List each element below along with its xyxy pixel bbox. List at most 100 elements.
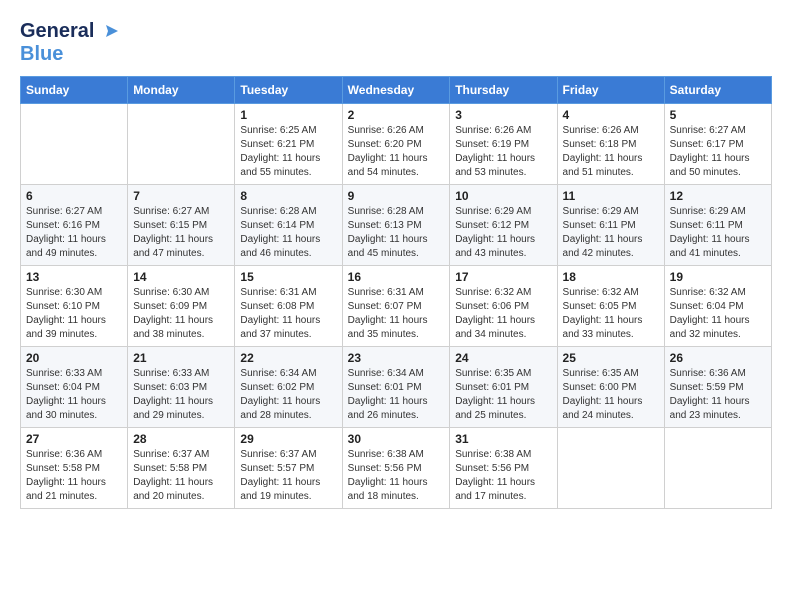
- calendar-cell: 1 Sunrise: 6:25 AM Sunset: 6:21 PM Daylig…: [235, 104, 342, 185]
- day-number: 3: [455, 108, 551, 122]
- cell-content: Sunrise: 6:26 AM Sunset: 6:18 PM Dayligh…: [563, 124, 659, 180]
- logo-blue: Blue: [20, 43, 118, 66]
- cell-content: Sunrise: 6:27 AM Sunset: 6:15 PM Dayligh…: [133, 205, 229, 261]
- weekday-header: Tuesday: [235, 77, 342, 104]
- cell-content: Sunrise: 6:32 AM Sunset: 6:04 PM Dayligh…: [670, 286, 766, 342]
- calendar-cell: 10 Sunrise: 6:29 AM Sunset: 6:12 PM Dayli…: [450, 185, 557, 266]
- day-number: 20: [26, 351, 122, 365]
- calendar-cell: 26 Sunrise: 6:36 AM Sunset: 5:59 PM Dayli…: [664, 347, 771, 428]
- calendar-cell: 14Sunrise: 6:30 AM Sunset: 6:09 PM Dayli…: [128, 266, 235, 347]
- page-header: General Blue: [20, 20, 772, 66]
- calendar-cell: 29 Sunrise: 6:37 AM Sunset: 5:57 PM Dayli…: [235, 428, 342, 509]
- day-number: 6: [26, 189, 122, 203]
- day-number: 27: [26, 432, 122, 446]
- day-number: 19: [670, 270, 766, 284]
- cell-content: Sunrise: 6:36 AM Sunset: 5:59 PM Dayligh…: [670, 367, 766, 423]
- cell-content: Sunrise: 6:31 AM Sunset: 6:07 PM Dayligh…: [348, 286, 445, 342]
- day-number: 26: [670, 351, 766, 365]
- cell-content: Sunrise: 6:31 AM Sunset: 6:08 PM Dayligh…: [240, 286, 336, 342]
- day-number: 28: [133, 432, 229, 446]
- cell-content: Sunrise: 6:29 AM Sunset: 6:11 PM Dayligh…: [563, 205, 659, 261]
- weekday-header: Monday: [128, 77, 235, 104]
- cell-content: Sunrise: 6:26 AM Sunset: 6:20 PM Dayligh…: [348, 124, 445, 180]
- calendar-cell: 4Sunrise: 6:26 AM Sunset: 6:18 PM Daylig…: [557, 104, 664, 185]
- cell-content: Sunrise: 6:27 AM Sunset: 6:17 PM Dayligh…: [670, 124, 766, 180]
- weekday-header: Wednesday: [342, 77, 450, 104]
- calendar-cell: 9Sunrise: 6:28 AM Sunset: 6:13 PM Daylig…: [342, 185, 450, 266]
- calendar-week-row: 20Sunrise: 6:33 AM Sunset: 6:04 PM Dayli…: [21, 347, 772, 428]
- day-number: 5: [670, 108, 766, 122]
- calendar-cell: 3 Sunrise: 6:26 AM Sunset: 6:19 PM Daylig…: [450, 104, 557, 185]
- calendar-week-row: 1 Sunrise: 6:25 AM Sunset: 6:21 PM Daylig…: [21, 104, 772, 185]
- cell-content: Sunrise: 6:29 AM Sunset: 6:12 PM Dayligh…: [455, 205, 551, 261]
- calendar-cell: 25Sunrise: 6:35 AM Sunset: 6:00 PM Dayli…: [557, 347, 664, 428]
- day-number: 25: [563, 351, 659, 365]
- cell-content: Sunrise: 6:30 AM Sunset: 6:09 PM Dayligh…: [133, 286, 229, 342]
- calendar-table: SundayMondayTuesdayWednesdayThursdayFrid…: [20, 76, 772, 509]
- day-number: 22: [240, 351, 336, 365]
- day-number: 10: [455, 189, 551, 203]
- day-number: 30: [348, 432, 445, 446]
- calendar-cell: 7 Sunrise: 6:27 AM Sunset: 6:15 PM Daylig…: [128, 185, 235, 266]
- calendar-cell: 28 Sunrise: 6:37 AM Sunset: 5:58 PM Dayli…: [128, 428, 235, 509]
- weekday-header: Thursday: [450, 77, 557, 104]
- cell-content: Sunrise: 6:34 AM Sunset: 6:02 PM Dayligh…: [240, 367, 336, 423]
- cell-content: Sunrise: 6:33 AM Sunset: 6:03 PM Dayligh…: [133, 367, 229, 423]
- weekday-header: Friday: [557, 77, 664, 104]
- cell-content: Sunrise: 6:27 AM Sunset: 6:16 PM Dayligh…: [26, 205, 122, 261]
- day-number: 31: [455, 432, 551, 446]
- calendar-cell: 12Sunrise: 6:29 AM Sunset: 6:11 PM Dayli…: [664, 185, 771, 266]
- day-number: 7: [133, 189, 229, 203]
- calendar-header-row: SundayMondayTuesdayWednesdayThursdayFrid…: [21, 77, 772, 104]
- day-number: 16: [348, 270, 445, 284]
- logo-general: General: [20, 20, 94, 43]
- cell-content: Sunrise: 6:37 AM Sunset: 5:58 PM Dayligh…: [133, 448, 229, 504]
- logo-text: General Blue: [20, 20, 118, 66]
- calendar-week-row: 27 Sunrise: 6:36 AM Sunset: 5:58 PM Dayli…: [21, 428, 772, 509]
- day-number: 17: [455, 270, 551, 284]
- cell-content: Sunrise: 6:34 AM Sunset: 6:01 PM Dayligh…: [348, 367, 445, 423]
- day-number: 15: [240, 270, 336, 284]
- weekday-header: Saturday: [664, 77, 771, 104]
- cell-content: Sunrise: 6:35 AM Sunset: 6:01 PM Dayligh…: [455, 367, 551, 423]
- calendar-cell: [557, 428, 664, 509]
- day-number: 2: [348, 108, 445, 122]
- cell-content: Sunrise: 6:37 AM Sunset: 5:57 PM Dayligh…: [240, 448, 336, 504]
- calendar-cell: 6 Sunrise: 6:27 AM Sunset: 6:16 PM Daylig…: [21, 185, 128, 266]
- cell-content: Sunrise: 6:29 AM Sunset: 6:11 PM Dayligh…: [670, 205, 766, 261]
- cell-content: Sunrise: 6:36 AM Sunset: 5:58 PM Dayligh…: [26, 448, 122, 504]
- calendar-cell: 21 Sunrise: 6:33 AM Sunset: 6:03 PM Dayli…: [128, 347, 235, 428]
- cell-content: Sunrise: 6:28 AM Sunset: 6:13 PM Dayligh…: [348, 205, 445, 261]
- calendar-cell: 5 Sunrise: 6:27 AM Sunset: 6:17 PM Daylig…: [664, 104, 771, 185]
- day-number: 21: [133, 351, 229, 365]
- calendar-cell: [664, 428, 771, 509]
- day-number: 18: [563, 270, 659, 284]
- calendar-cell: 18Sunrise: 6:32 AM Sunset: 6:05 PM Dayli…: [557, 266, 664, 347]
- logo-bird-icon: [96, 23, 118, 41]
- calendar-cell: 30 Sunrise: 6:38 AM Sunset: 5:56 PM Dayli…: [342, 428, 450, 509]
- logo: General Blue: [20, 20, 118, 66]
- cell-content: Sunrise: 6:30 AM Sunset: 6:10 PM Dayligh…: [26, 286, 122, 342]
- cell-content: Sunrise: 6:26 AM Sunset: 6:19 PM Dayligh…: [455, 124, 551, 180]
- calendar-cell: 16 Sunrise: 6:31 AM Sunset: 6:07 PM Dayli…: [342, 266, 450, 347]
- calendar-cell: 8 Sunrise: 6:28 AM Sunset: 6:14 PM Daylig…: [235, 185, 342, 266]
- day-number: 24: [455, 351, 551, 365]
- day-number: 11: [563, 189, 659, 203]
- calendar-cell: 27 Sunrise: 6:36 AM Sunset: 5:58 PM Dayli…: [21, 428, 128, 509]
- day-number: 29: [240, 432, 336, 446]
- calendar-cell: 19 Sunrise: 6:32 AM Sunset: 6:04 PM Dayli…: [664, 266, 771, 347]
- cell-content: Sunrise: 6:32 AM Sunset: 6:06 PM Dayligh…: [455, 286, 551, 342]
- calendar-cell: 20Sunrise: 6:33 AM Sunset: 6:04 PM Dayli…: [21, 347, 128, 428]
- calendar-cell: 24 Sunrise: 6:35 AM Sunset: 6:01 PM Dayli…: [450, 347, 557, 428]
- cell-content: Sunrise: 6:25 AM Sunset: 6:21 PM Dayligh…: [240, 124, 336, 180]
- cell-content: Sunrise: 6:28 AM Sunset: 6:14 PM Dayligh…: [240, 205, 336, 261]
- day-number: 1: [240, 108, 336, 122]
- day-number: 8: [240, 189, 336, 203]
- day-number: 23: [348, 351, 445, 365]
- calendar-cell: 13Sunrise: 6:30 AM Sunset: 6:10 PM Dayli…: [21, 266, 128, 347]
- calendar-cell: [128, 104, 235, 185]
- cell-content: Sunrise: 6:38 AM Sunset: 5:56 PM Dayligh…: [348, 448, 445, 504]
- weekday-header: Sunday: [21, 77, 128, 104]
- calendar-week-row: 6 Sunrise: 6:27 AM Sunset: 6:16 PM Daylig…: [21, 185, 772, 266]
- calendar-cell: [21, 104, 128, 185]
